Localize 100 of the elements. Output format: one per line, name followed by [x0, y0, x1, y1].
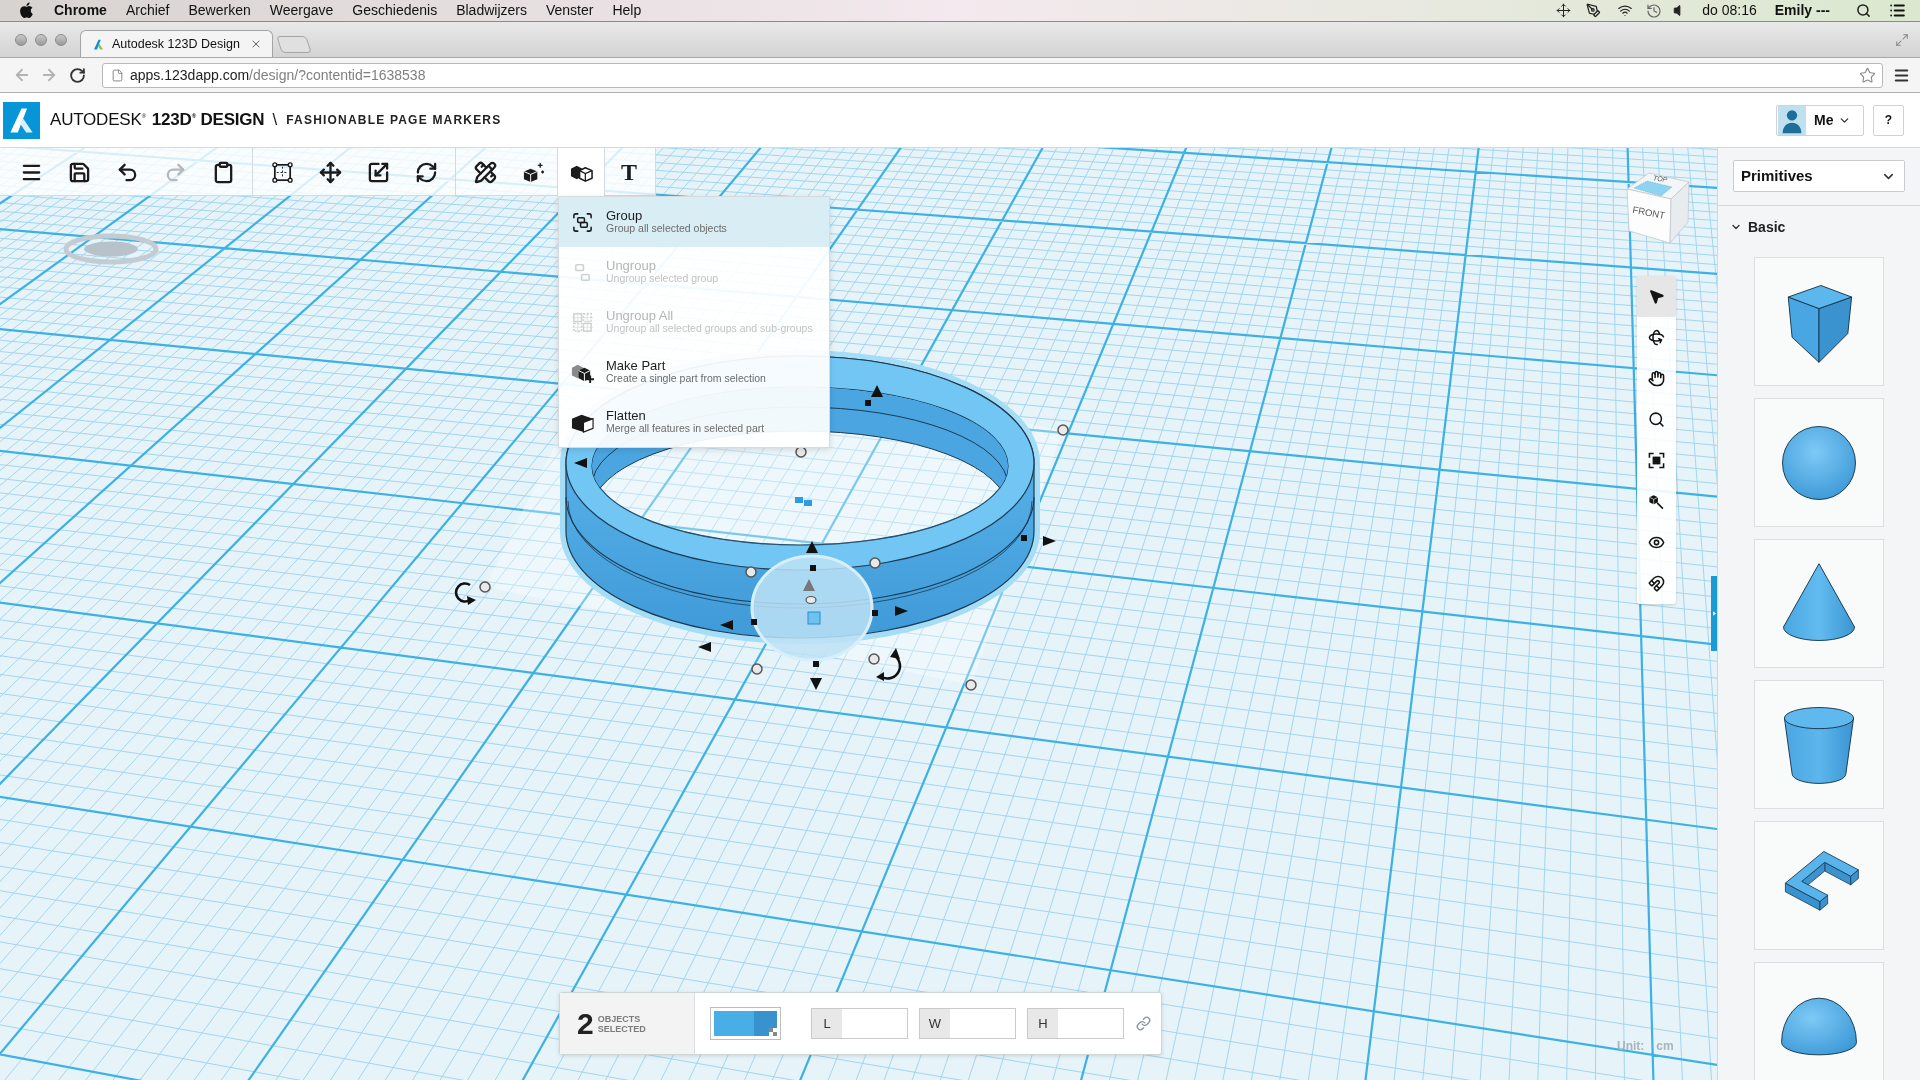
scale-handle[interactable]: [810, 565, 816, 571]
combine-button[interactable]: [557, 148, 605, 196]
resize-handle[interactable]: [479, 581, 491, 593]
dimension-field[interactable]: H: [1027, 1008, 1124, 1039]
menu-item[interactable]: Group Group all selected objects: [559, 197, 829, 247]
ungroup-all-icon: [571, 310, 594, 334]
resize-handle[interactable]: [868, 653, 880, 665]
close-tab-icon[interactable]: [250, 38, 262, 50]
help-button[interactable]: ?: [1873, 104, 1904, 136]
arrow-handle[interactable]: [803, 579, 815, 591]
menu-item[interactable]: Venster: [545, 0, 594, 21]
link-button[interactable]: [1134, 1014, 1152, 1033]
app-menu[interactable]: Chrome: [54, 0, 107, 21]
pen-icon[interactable]: [1586, 3, 1602, 18]
menu-item[interactable]: Archief: [125, 0, 170, 21]
user-name[interactable]: Emily ---: [1774, 0, 1830, 21]
wifi-icon[interactable]: [1616, 3, 1635, 18]
reload-button[interactable]: [67, 65, 87, 85]
search-icon[interactable]: [1856, 3, 1871, 18]
arrow-handle[interactable]: [810, 678, 822, 690]
menu-item[interactable]: Help: [612, 0, 642, 21]
scale-handle[interactable]: [813, 661, 819, 667]
resize-handle[interactable]: [745, 566, 757, 578]
eye-icon: [1648, 534, 1665, 551]
menu-item[interactable]: Make Part Create a single part from selection: [559, 347, 829, 397]
avatar-icon: [1777, 105, 1807, 135]
arrow-handle[interactable]: [574, 458, 587, 468]
page-icon: [111, 67, 124, 83]
resize-handle[interactable]: [869, 557, 881, 569]
scale-handle[interactable]: [872, 610, 878, 616]
cube-face[interactable]: [1626, 188, 1672, 244]
group-icon: [571, 210, 594, 234]
menu-item[interactable]: Geschiedenis: [352, 0, 438, 21]
scale-icon: [366, 160, 390, 184]
browser-menu-button[interactable]: [1892, 66, 1910, 84]
menu-item[interactable]: Bladwijzers: [456, 0, 527, 21]
material-button[interactable]: [710, 1007, 781, 1040]
panel-toggle[interactable]: [1711, 576, 1717, 651]
arrows-icon[interactable]: [1556, 3, 1572, 18]
cube-pointer-icon: [1648, 493, 1665, 510]
scale-handle[interactable]: [1021, 535, 1027, 541]
primitive-tile[interactable]: [1754, 398, 1884, 527]
bookmark-star-icon[interactable]: [1859, 66, 1876, 84]
resize-handle[interactable]: [1057, 424, 1069, 436]
menu-item[interactable]: Weergave: [269, 0, 334, 21]
link-icon: [1135, 1016, 1151, 1031]
primitive-tile[interactable]: [1754, 821, 1884, 950]
list-icon[interactable]: [1889, 2, 1906, 19]
arrow-handle[interactable]: [895, 606, 908, 616]
arrow-handle[interactable]: [871, 385, 883, 397]
cube-sparkle-icon: [521, 160, 545, 184]
rotate-handle[interactable]: [454, 582, 476, 605]
cube-face-label: FRONT: [1631, 203, 1666, 221]
text-tool-button[interactable]: T: [605, 148, 653, 196]
dimension-field[interactable]: L: [811, 1008, 908, 1039]
resize-handle[interactable]: [805, 595, 817, 605]
menu-item[interactable]: Bewerken: [188, 0, 251, 21]
menu-item[interactable]: Flatten Merge all features in selected part: [559, 397, 829, 447]
dimension-field[interactable]: W: [919, 1008, 1016, 1039]
section-header[interactable]: Basic: [1718, 217, 1920, 237]
account-button[interactable]: Me: [1776, 104, 1864, 136]
scale-handle[interactable]: [865, 400, 871, 406]
path-separator: \: [272, 109, 278, 132]
category-dropdown[interactable]: Primitives: [1733, 160, 1905, 192]
clock[interactable]: do 08:16: [1702, 0, 1757, 21]
arrow-handle[interactable]: [698, 642, 711, 652]
unit-label: Unit:: [1617, 1038, 1645, 1055]
bounding-box-icon: [270, 160, 294, 184]
select-tool[interactable]: [1637, 276, 1676, 317]
color-swatch-icon: [714, 1011, 777, 1036]
search-icon: [1648, 411, 1665, 428]
logo-icon[interactable]: [3, 100, 40, 140]
browser-tab[interactable]: Autodesk 123D Design: [80, 30, 273, 57]
arrow-handle[interactable]: [720, 620, 733, 630]
center-handle[interactable]: [807, 611, 821, 625]
selection-label: OBJECTS SELECTED: [597, 1013, 647, 1034]
hand-icon: [1648, 370, 1665, 387]
primitive-tile[interactable]: [1754, 539, 1884, 668]
arrow-handle[interactable]: [1043, 536, 1056, 546]
move-icon: [318, 160, 342, 184]
rotate-handle[interactable]: [876, 648, 902, 681]
sphere-model[interactable]: [750, 554, 874, 662]
resize-handle[interactable]: [965, 679, 977, 691]
rotate-icon: [414, 160, 438, 184]
history-icon[interactable]: [1646, 2, 1663, 19]
address-field[interactable]: apps.123dapp.com/design/?contentid=1638538: [102, 62, 1883, 88]
brand-name: AUTODESK$^{®}$: [50, 109, 146, 132]
resize-handle[interactable]: [751, 663, 763, 675]
primitive-tile[interactable]: [1754, 680, 1884, 809]
forward-arrow-icon: [40, 66, 58, 84]
menu-icon: [1892, 66, 1910, 84]
product-name: 123D$^{®}$ DESIGN: [151, 109, 265, 132]
primitive-tile[interactable]: [1754, 962, 1884, 1080]
primitive-tile[interactable]: [1754, 257, 1884, 386]
save-icon: [67, 160, 91, 184]
scale-handle[interactable]: [751, 619, 757, 625]
apple-icon[interactable]: [19, 2, 34, 19]
orbit-icon: [1648, 329, 1665, 346]
reload-icon: [68, 66, 86, 84]
arrow-handle[interactable]: [806, 541, 818, 553]
